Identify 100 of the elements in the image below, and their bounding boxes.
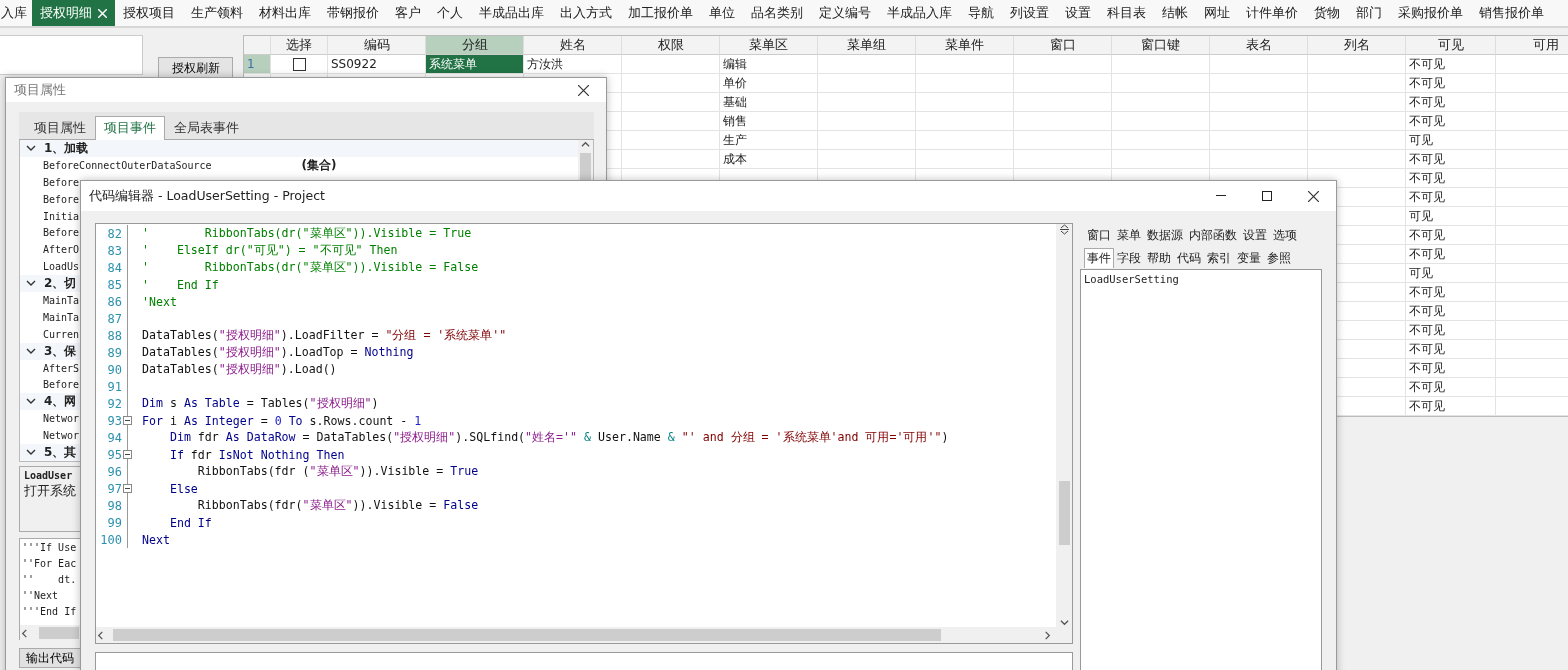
tab[interactable]: 帮助 [1144,248,1174,268]
tab[interactable]: 定义编号 [811,0,879,26]
property-name[interactable]: Curren [43,328,80,340]
property-name[interactable]: Networ [43,430,80,442]
tab[interactable]: 设置 [1240,225,1270,245]
property-name[interactable]: Before [43,379,80,391]
property-name[interactable]: Before [43,176,80,188]
chevron-icon[interactable] [26,448,36,456]
tab[interactable]: 字段 [1114,248,1144,268]
checkbox[interactable] [293,57,306,71]
tab[interactable]: 菜单 [1114,225,1144,245]
tab[interactable]: 列设置 [1002,0,1057,26]
chevron-icon[interactable] [26,145,36,152]
tab[interactable]: 半成品入库 [879,0,960,26]
column-header[interactable]: 列名 [1308,36,1406,55]
code-line: ''For Eac [22,558,77,571]
column-header[interactable]: 表名 [1210,36,1308,55]
tab[interactable]: 生产领料 [183,0,251,26]
tab[interactable]: 索引 [1204,248,1234,268]
scroll-thumb[interactable] [1058,481,1070,545]
column-header[interactable]: 可见 [1406,36,1496,55]
tab[interactable]: 材料出库 [251,0,319,26]
chevron-icon[interactable] [26,398,36,406]
tab[interactable]: 项目事件 [95,116,165,140]
tab[interactable]: 选项 [1270,225,1300,245]
column-header[interactable]: 选择 [271,36,328,55]
tab[interactable]: 出入方式 [552,0,620,26]
property-name[interactable]: AfterO [43,244,80,256]
scroll-thumb[interactable] [113,629,941,641]
scroll-down-icon[interactable] [1059,618,1069,627]
column-header[interactable]: 编码 [328,36,426,55]
property-name[interactable]: Before [43,227,80,239]
tab[interactable]: 代码 [1174,248,1204,268]
scroll-thumb[interactable] [39,627,79,639]
column-header[interactable]: 菜单件 [916,36,1014,55]
close-icon[interactable] [1307,190,1319,202]
tab[interactable]: 半成品出库 [471,0,552,26]
fold-icon[interactable] [123,484,132,493]
minimize-icon[interactable] [1216,195,1226,197]
tab[interactable]: 销售报价单 [1471,0,1552,26]
refresh-button[interactable]: 授权刷新 [158,57,233,79]
column-header[interactable]: 菜单组 [818,36,916,55]
tab[interactable]: 窗口 [1084,225,1114,245]
tab[interactable]: 单位 [701,0,743,26]
tab[interactable]: 项目属性 [25,116,95,140]
tab[interactable]: 全局表事件 [165,116,248,140]
tab[interactable]: 授权明细 [32,0,115,26]
fold-icon[interactable] [123,416,132,425]
close-icon[interactable] [577,84,589,96]
maximize-icon[interactable] [1262,191,1272,201]
column-header[interactable]: 分组 [426,36,524,55]
property-name[interactable]: Initia [43,210,80,222]
property-name[interactable]: AfterS [43,362,80,374]
tab[interactable]: 导航 [960,0,1002,26]
column-header[interactable]: 姓名 [524,36,622,55]
property-name[interactable]: Before [43,193,80,205]
tab[interactable]: 货物 [1306,0,1348,26]
line-number: 85 [106,277,122,292]
fold-icon[interactable] [123,450,132,459]
property-name[interactable]: MainTa [43,311,80,323]
scroll-left-icon[interactable] [20,628,29,638]
property-name[interactable]: BeforeConnectOuterDataSource [43,160,212,171]
tab[interactable]: 科目表 [1099,0,1154,26]
scrollbar[interactable] [1056,224,1072,627]
chevron-icon[interactable] [26,280,36,288]
tab[interactable]: 部门 [1348,0,1390,26]
chevron-icon[interactable] [26,347,36,355]
tab[interactable]: 授权项目 [115,0,183,26]
tab[interactable]: 客户 [387,0,429,26]
tab[interactable]: 变量 [1234,248,1264,268]
tab[interactable]: 网址 [1196,0,1238,26]
column-header[interactable]: 窗口 [1014,36,1112,55]
split-icon[interactable] [1059,224,1069,235]
property-name[interactable]: MainTa [43,295,80,306]
property-name[interactable]: LoadUs [43,261,80,273]
tab[interactable]: 带钢报价 [319,0,387,26]
tab[interactable]: 计件单价 [1238,0,1306,26]
tab[interactable]: 数据源 [1144,225,1186,245]
tab[interactable]: 入库 [0,0,32,26]
tab[interactable]: 个人 [429,0,471,26]
column-header[interactable]: 菜单区 [720,36,818,55]
scrollbar[interactable] [96,627,1072,643]
property-name[interactable]: Networ [43,413,80,425]
export-code-button[interactable]: 输出代码 [19,648,81,668]
column-header[interactable]: 权限 [622,36,720,55]
tab[interactable]: 加工报价单 [620,0,701,26]
list-item[interactable]: LoadUserSetting [1084,273,1179,285]
column-header[interactable]: 窗口键 [1112,36,1210,55]
column-header[interactable]: 可用 [1496,36,1568,55]
tab[interactable]: 设置 [1057,0,1099,26]
tab[interactable]: 内部函数 [1186,225,1240,245]
tab[interactable]: 结帐 [1154,0,1196,26]
scroll-right-icon[interactable] [1043,630,1052,640]
tab[interactable]: 品名类别 [743,0,811,26]
scroll-thumb[interactable] [580,153,591,183]
tab[interactable]: 参照 [1264,248,1294,268]
tab[interactable]: 事件 [1084,248,1114,268]
scroll-left-icon[interactable] [96,630,105,640]
tab[interactable]: 采购报价单 [1390,0,1471,26]
scroll-up-icon[interactable] [581,140,590,149]
